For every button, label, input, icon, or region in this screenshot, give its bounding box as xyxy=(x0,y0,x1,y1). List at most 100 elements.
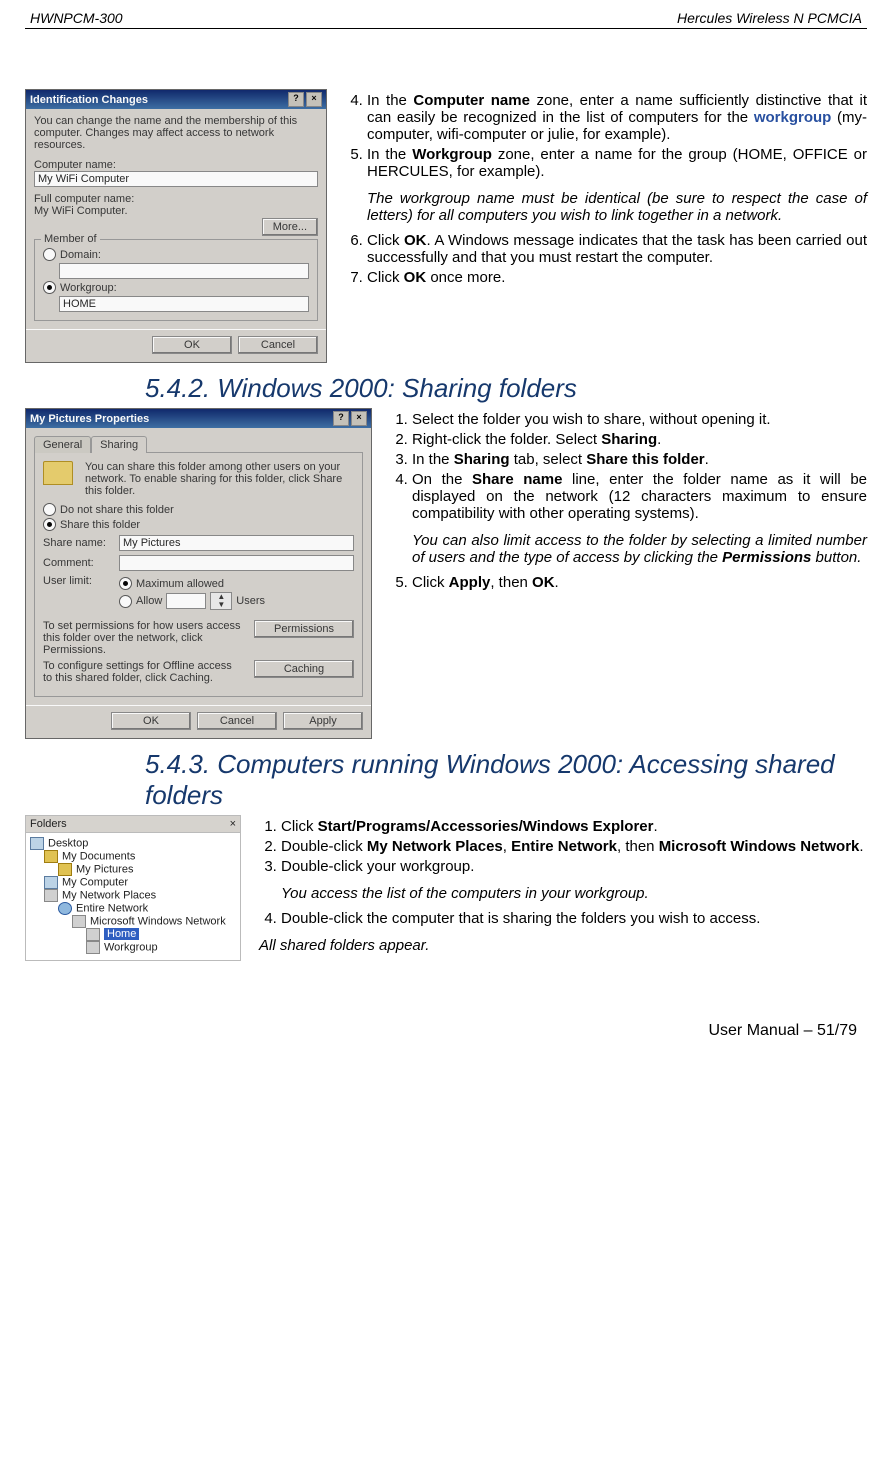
domain-label: Domain: xyxy=(60,249,101,261)
computer-name-input[interactable] xyxy=(34,171,318,187)
instruction-list-2: Select the folder you wish to share, wit… xyxy=(390,411,867,522)
close-icon[interactable]: × xyxy=(306,92,322,107)
tree-item-my-documents[interactable]: My Documents xyxy=(28,850,238,863)
caching-text: To configure settings for Offline access… xyxy=(43,660,248,684)
caching-button[interactable]: Caching xyxy=(254,660,354,678)
ok-button[interactable]: OK xyxy=(152,336,232,354)
folder-icon xyxy=(58,863,72,876)
tree-item-my-computer[interactable]: My Computer xyxy=(28,876,238,889)
instructions-column-2: Select the folder you wish to share, wit… xyxy=(390,408,867,739)
tree-item-workgroup[interactable]: Workgroup xyxy=(28,941,238,954)
comment-input[interactable] xyxy=(119,555,354,571)
step-5: In the Workgroup zone, enter a name for … xyxy=(367,146,867,180)
instruction-list-3b: Double-click the computer that is sharin… xyxy=(259,910,867,927)
help-icon[interactable]: ? xyxy=(333,411,349,426)
workgroup-label: Workgroup: xyxy=(60,282,117,294)
tab-general[interactable]: General xyxy=(34,436,91,453)
instructions-column-1: In the Computer name zone, enter a name … xyxy=(345,89,867,363)
dialog-titlebar: Identification Changes ? × xyxy=(26,90,326,109)
share-name-label: Share name: xyxy=(43,537,113,549)
tree-item-ms-windows-network[interactable]: Microsoft Windows Network xyxy=(28,915,238,928)
spinner-icon[interactable]: ▲▼ xyxy=(210,592,232,610)
instruction-list-1: In the Computer name zone, enter a name … xyxy=(345,92,867,180)
tab-sharing[interactable]: Sharing xyxy=(91,436,147,453)
dialog-titlebar: My Pictures Properties ? × xyxy=(26,409,371,428)
instructions-column-3: Click Start/Programs/Accessories/Windows… xyxy=(259,815,867,962)
my-pictures-properties-dialog: My Pictures Properties ? × General Shari… xyxy=(25,408,372,739)
network-icon xyxy=(44,889,58,902)
dialog-title: My Pictures Properties xyxy=(30,413,149,425)
heading-542: 5.4.2. Windows 2000: Sharing folders xyxy=(145,373,867,404)
help-icon[interactable]: ? xyxy=(288,92,304,107)
folders-tree-header: Folders × xyxy=(26,816,240,833)
close-icon[interactable]: × xyxy=(351,411,367,426)
full-computer-name-value: My WiFi Computer. xyxy=(34,205,318,217)
folders-tree-panel: Folders × Desktop My Documents My Pictur… xyxy=(25,815,241,961)
apply-button[interactable]: Apply xyxy=(283,712,363,730)
sharing-tab-panel: You can share this folder among other us… xyxy=(34,452,363,697)
computer-name-label: Computer name: xyxy=(34,159,318,171)
comment-label: Comment: xyxy=(43,557,113,569)
workgroup-input[interactable] xyxy=(59,296,309,312)
step-5: Click Apply, then OK. xyxy=(412,574,867,591)
member-of-group: Member of Domain: Workgroup: xyxy=(34,239,318,321)
allow-count-input[interactable] xyxy=(166,593,206,609)
share-this-folder-radio[interactable]: Share this folder xyxy=(43,518,354,531)
step-1: Click Start/Programs/Accessories/Windows… xyxy=(281,818,867,835)
step-2: Double-click My Network Places, Entire N… xyxy=(281,838,867,855)
instruction-list-3: Click Start/Programs/Accessories/Windows… xyxy=(259,818,867,875)
permissions-button[interactable]: Permissions xyxy=(254,620,354,638)
identification-changes-dialog: Identification Changes ? × You can chang… xyxy=(25,89,327,363)
cancel-button[interactable]: Cancel xyxy=(238,336,318,354)
step-4: On the Share name line, enter the folder… xyxy=(412,471,867,522)
maximum-allowed-radio[interactable]: Maximum allowed xyxy=(119,577,354,590)
globe-icon xyxy=(58,902,72,915)
note-workgroup-name: The workgroup name must be identical (be… xyxy=(367,190,867,224)
ok-button[interactable]: OK xyxy=(111,712,191,730)
step-7: Click OK once more. xyxy=(367,269,867,286)
sharing-intro-text: You can share this folder among other us… xyxy=(85,461,354,497)
step-3: Double-click your workgroup. xyxy=(281,858,867,875)
step-2: Right-click the folder. Select Sharing. xyxy=(412,431,867,448)
tree-item-entire-network[interactable]: Entire Network xyxy=(28,902,238,915)
domain-input[interactable] xyxy=(59,263,309,279)
header-right: Hercules Wireless N PCMCIA xyxy=(677,10,862,26)
step-3: In the Sharing tab, select Share this fo… xyxy=(412,451,867,468)
workgroup-radio[interactable]: Workgroup: xyxy=(43,281,309,294)
note-shared-folders: All shared folders appear. xyxy=(259,937,867,954)
note-workgroup-list: You access the list of the computers in … xyxy=(281,885,867,902)
note-permissions: You can also limit access to the folder … xyxy=(412,532,867,566)
tree-item-my-pictures[interactable]: My Pictures xyxy=(28,863,238,876)
step-6: Click OK. A Windows message indicates th… xyxy=(367,232,867,266)
do-not-share-radio[interactable]: Do not share this folder xyxy=(43,503,354,516)
network-icon xyxy=(72,915,86,928)
tree-item-desktop[interactable]: Desktop xyxy=(28,837,238,850)
permissions-text: To set permissions for how users access … xyxy=(43,620,248,656)
member-of-legend: Member of xyxy=(41,233,100,245)
tree-item-home[interactable]: Home xyxy=(28,928,238,941)
more-button[interactable]: More... xyxy=(262,218,318,236)
close-icon[interactable]: × xyxy=(230,818,236,830)
step-1: Select the folder you wish to share, wit… xyxy=(412,411,867,428)
instruction-list-1b: Click OK. A Windows message indicates th… xyxy=(345,232,867,286)
tree-item-network-places[interactable]: My Network Places xyxy=(28,889,238,902)
workgroup-keyword: workgroup xyxy=(754,109,832,126)
step-4: In the Computer name zone, enter a name … xyxy=(367,92,867,143)
network-icon xyxy=(86,941,100,954)
page-header: HWNPCM-300 Hercules Wireless N PCMCIA xyxy=(25,10,867,29)
network-icon xyxy=(86,928,100,941)
step-4: Double-click the computer that is sharin… xyxy=(281,910,867,927)
dialog-intro-text: You can change the name and the membersh… xyxy=(34,115,318,151)
folder-icon xyxy=(43,461,73,485)
domain-radio[interactable]: Domain: xyxy=(43,248,309,261)
dialog-title: Identification Changes xyxy=(30,94,148,106)
computer-icon xyxy=(44,876,58,889)
user-limit-label: User limit: xyxy=(43,575,113,587)
page-footer: User Manual – 51/79 xyxy=(25,1022,867,1040)
heading-543: 5.4.3. Computers running Windows 2000: A… xyxy=(145,749,867,811)
instruction-list-2b: Click Apply, then OK. xyxy=(390,574,867,591)
header-left: HWNPCM-300 xyxy=(30,10,123,26)
allow-users-radio[interactable]: Allow ▲▼ Users xyxy=(119,592,354,610)
cancel-button[interactable]: Cancel xyxy=(197,712,277,730)
share-name-input[interactable] xyxy=(119,535,354,551)
